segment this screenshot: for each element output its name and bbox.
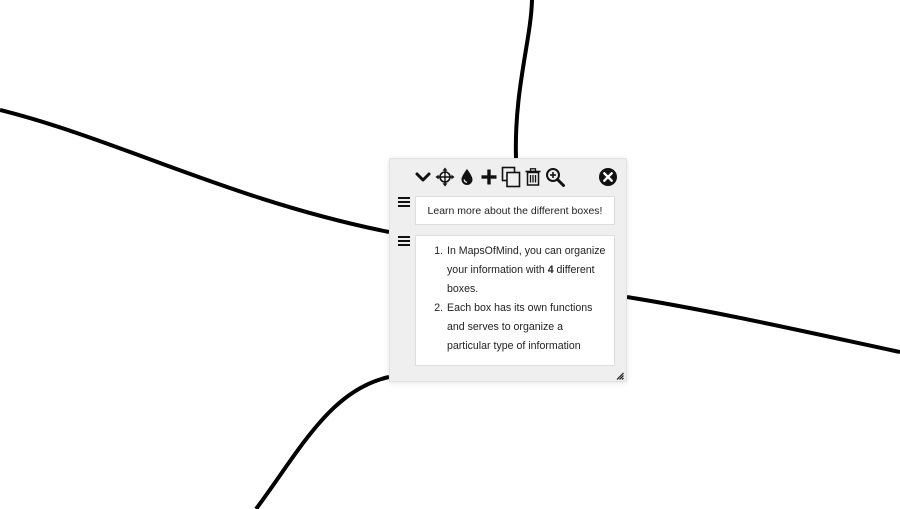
title-drag-handle-icon[interactable] (398, 197, 410, 209)
connector-right[interactable] (626, 295, 900, 354)
connector-top[interactable] (513, 0, 534, 160)
move-arrows-icon (435, 167, 455, 187)
collapse-button[interactable] (412, 165, 434, 189)
plus-icon (481, 169, 497, 185)
delete-button[interactable] (522, 165, 544, 189)
close-circle-icon (599, 168, 617, 186)
box-toolbar (412, 165, 566, 189)
copy-button[interactable] (500, 165, 522, 189)
move-button[interactable] (434, 165, 456, 189)
color-button[interactable] (456, 165, 478, 189)
content-drag-handle-icon[interactable] (398, 236, 410, 248)
box-title-field[interactable]: Learn more about the different boxes! (415, 196, 615, 225)
zoom-in-icon (546, 168, 565, 187)
connector-left[interactable] (0, 108, 390, 234)
zoom-button[interactable] (544, 165, 566, 189)
list-item: In MapsOfMind, you can organize your inf… (446, 242, 606, 299)
connector-bottom-left[interactable] (254, 375, 390, 509)
add-button[interactable] (478, 165, 500, 189)
close-button[interactable] (596, 165, 620, 189)
box-content-editor[interactable]: In MapsOfMind, you can organize your inf… (415, 235, 615, 366)
list-item: Each box has its own functions and serve… (446, 299, 606, 356)
box-title-text: Learn more about the different boxes! (427, 204, 603, 217)
chevron-down-icon (415, 172, 431, 182)
mind-map-box[interactable]: Learn more about the different boxes! In… (389, 158, 627, 382)
trash-icon (525, 168, 541, 186)
resize-grip-icon[interactable] (616, 372, 624, 380)
droplet-icon (461, 169, 473, 185)
content-list: In MapsOfMind, you can organize your inf… (416, 242, 614, 356)
copy-icon (501, 166, 521, 188)
